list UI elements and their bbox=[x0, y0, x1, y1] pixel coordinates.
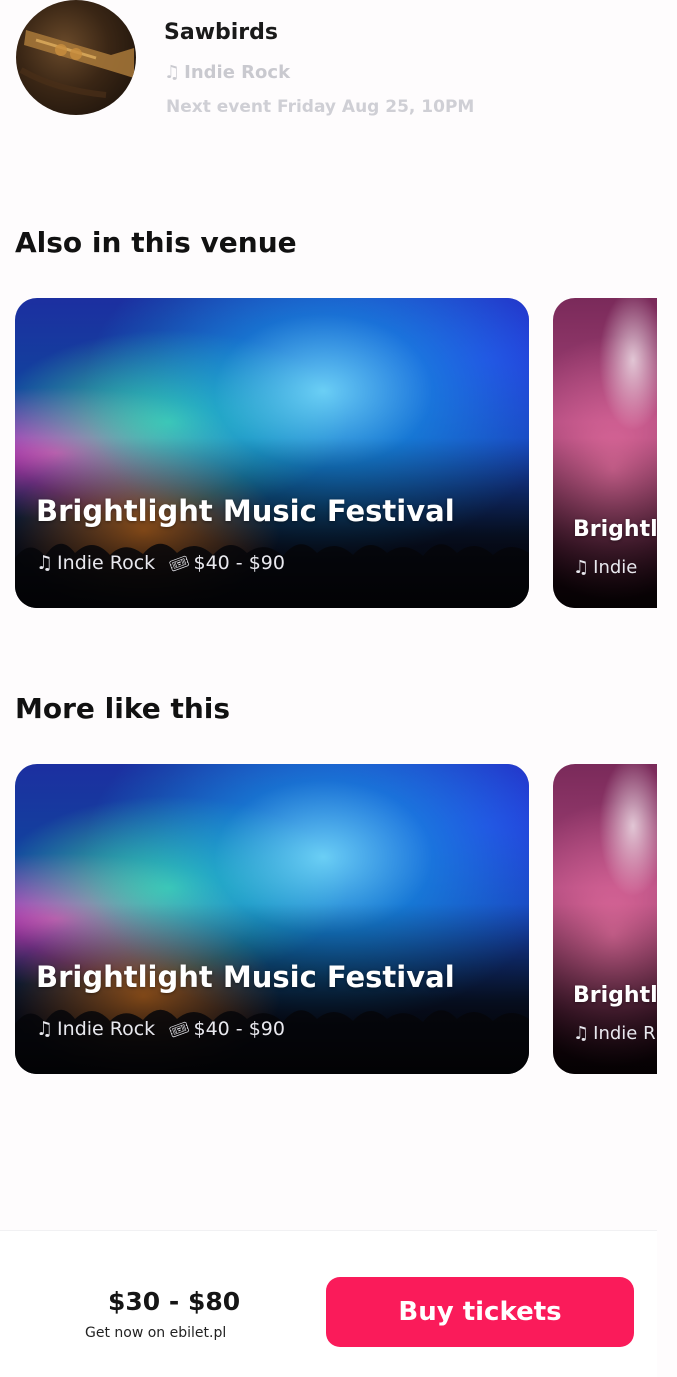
music-note-icon: ♫ bbox=[36, 552, 54, 574]
ticket-source: Get now on ebilet.pl bbox=[85, 1325, 227, 1341]
music-note-icon: ♫ bbox=[573, 1023, 590, 1044]
venue-section-title: Also in this venue bbox=[15, 226, 297, 259]
card-meta: ♫ Indie Rock 🎟$40 - $90 bbox=[36, 1017, 285, 1042]
card-title: Brightlight Music Festival bbox=[36, 960, 455, 994]
card-genre: Indie R bbox=[593, 1023, 656, 1044]
ticket-icon: 🎟 bbox=[166, 1017, 193, 1042]
event-details-page: Sawbirds ♫ Indie Rock Next event Friday A… bbox=[0, 0, 677, 1377]
music-note-icon: ♫ bbox=[573, 557, 590, 578]
ticket-icon: 🎟 bbox=[166, 551, 193, 576]
venue-carousel[interactable]: Brightlight Music Festival ♫ Indie Rock 🎟$… bbox=[15, 298, 657, 608]
venue-event-card-next[interactable]: Brightl ♫ Indie bbox=[553, 298, 657, 608]
card-title: Brightl bbox=[573, 517, 657, 542]
artist-avatar[interactable] bbox=[16, 0, 136, 115]
similar-event-card[interactable]: Brightlight Music Festival ♫ Indie Rock 🎟$… bbox=[15, 764, 529, 1074]
card-genre: Indie bbox=[593, 557, 638, 578]
card-genre: Indie Rock bbox=[57, 1018, 156, 1040]
card-price: $40 - $90 bbox=[193, 1018, 285, 1040]
card-meta: ♫ Indie R bbox=[573, 1023, 656, 1044]
card-genre: Indie Rock bbox=[57, 552, 156, 574]
trumpet-image bbox=[19, 30, 134, 98]
artist-genre: ♫ Indie Rock bbox=[164, 62, 290, 83]
more-section-title: More like this bbox=[15, 692, 231, 725]
artist-genre-label: Indie Rock bbox=[184, 62, 291, 83]
next-event-text: Next event Friday Aug 25, 10PM bbox=[166, 97, 475, 117]
card-title: Brightli bbox=[573, 983, 657, 1008]
venue-event-card[interactable]: Brightlight Music Festival ♫ Indie Rock 🎟$… bbox=[15, 298, 529, 608]
card-meta: ♫ Indie Rock 🎟$40 - $90 bbox=[36, 551, 285, 576]
purchase-bar: $30 - $80 Get now on ebilet.pl Buy ticke… bbox=[0, 1230, 657, 1377]
artist-header[interactable]: Sawbirds ♫ Indie Rock Next event Friday A… bbox=[16, 0, 656, 120]
artist-name: Sawbirds bbox=[164, 20, 278, 45]
card-price: $40 - $90 bbox=[193, 552, 285, 574]
card-title: Brightlight Music Festival bbox=[36, 494, 455, 528]
card-meta: ♫ Indie bbox=[573, 557, 637, 578]
similar-event-card-next[interactable]: Brightli ♫ Indie R bbox=[553, 764, 657, 1074]
more-carousel[interactable]: Brightlight Music Festival ♫ Indie Rock 🎟$… bbox=[15, 764, 657, 1074]
buy-tickets-button[interactable]: Buy tickets bbox=[326, 1277, 634, 1347]
music-note-icon: ♫ bbox=[36, 1018, 54, 1040]
price-range: $30 - $80 bbox=[108, 1287, 241, 1316]
music-note-icon: ♫ bbox=[164, 62, 181, 83]
